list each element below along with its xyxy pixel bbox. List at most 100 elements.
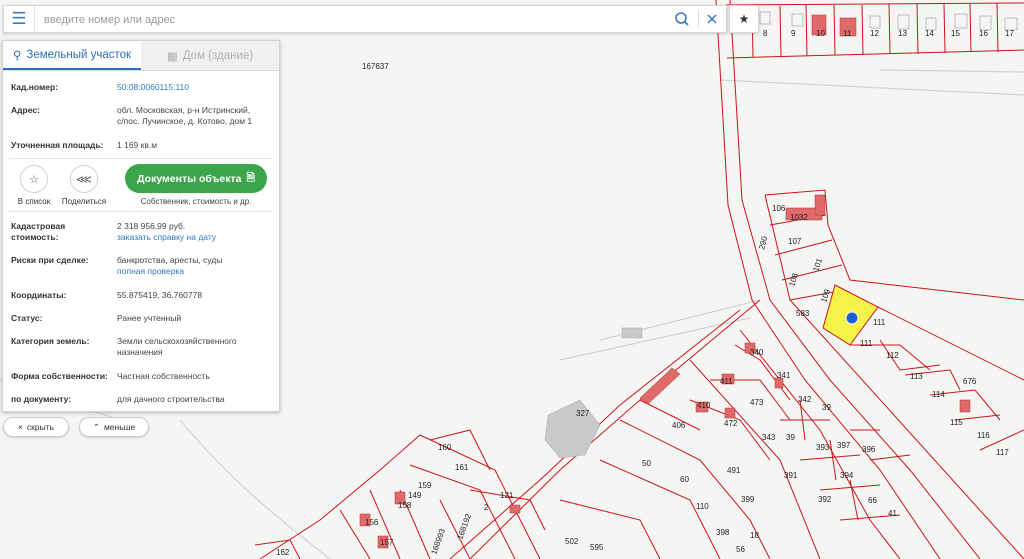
field-label: Категория земель: (11, 336, 90, 346)
field-label: Форма собственности: (11, 371, 108, 381)
cost-amount: 2 318 956.99 руб. (117, 221, 186, 231)
field-label: Статус: (11, 313, 43, 323)
map-label: 12 (870, 29, 879, 38)
order-certificate-link[interactable]: заказать справку на дату (117, 232, 216, 242)
map-label: 502 (565, 537, 579, 546)
star-icon[interactable]: ★ (729, 5, 759, 33)
share-icon: ⋘ (70, 165, 98, 193)
map-label: 595 (590, 543, 604, 552)
map-label: 394 (840, 471, 854, 480)
map-label: 472 (724, 419, 738, 428)
coordinates-value: 55.875419, 36.760778 (117, 290, 203, 300)
area-value: 1 169 кв.м (117, 140, 158, 150)
object-documents-button[interactable]: Документы объекта 🗎 (125, 164, 267, 193)
land-category-value: Земли сельскохозяйственного назначения (117, 336, 272, 358)
map-label: 491 (727, 466, 741, 475)
chevron-up-icon: ⌃ (92, 421, 100, 432)
cost-value: 2 318 956.99 руб. заказать справку на да… (117, 221, 272, 243)
map-label: 156 (365, 518, 379, 527)
action-label: В список (17, 197, 51, 206)
map-label: 14 (925, 29, 934, 38)
risks-value: банкротства, аресты, суды полная проверк… (117, 255, 272, 277)
search-bar: ☰ (3, 5, 727, 33)
map-label: 396 (862, 445, 876, 454)
divider (9, 211, 273, 212)
save-to-list-button[interactable]: ☆ В список (16, 165, 52, 206)
less-label: меньше (103, 422, 136, 432)
hide-panel-button[interactable]: × скрыть (3, 417, 69, 437)
map-label: 397 (837, 441, 851, 450)
map-label: 115 (950, 418, 963, 427)
map-label: 391 (784, 471, 798, 480)
close-icon[interactable] (704, 11, 720, 27)
building-icon: ▦ (166, 50, 178, 63)
selected-location-marker[interactable] (845, 311, 859, 325)
field-label: Кадастровая стоимость: (11, 221, 116, 243)
tab-building[interactable]: ▦ Дом (здание) (141, 41, 279, 70)
object-tabs: ⚲ Земельный участок ▦ Дом (здание) (3, 41, 279, 71)
search-icon[interactable] (674, 11, 690, 27)
full-check-link[interactable]: полная проверка (117, 266, 184, 276)
action-label: Поделиться (61, 197, 107, 206)
label-line: стоимость: (11, 232, 59, 242)
map-label: 583 (796, 309, 810, 318)
map-label: 149 (408, 491, 422, 500)
risks-text: банкротства, аресты, суды (117, 255, 223, 265)
label-line: Кадастровая (11, 221, 66, 231)
map-label: 18 (750, 531, 759, 540)
map-label: 343 (762, 433, 776, 442)
map-label: 676 (963, 377, 977, 386)
object-info-card: ⚲ Земельный участок ▦ Дом (здание) Кад.н… (2, 40, 280, 412)
share-button[interactable]: ⋘ Поделиться (58, 165, 110, 206)
map-label: 406 (672, 421, 686, 430)
map-label: 113 (910, 372, 923, 381)
menu-icon[interactable]: ☰ (4, 6, 35, 32)
address-line: с/пос. Лучинское, д. Котово, дом 1 (117, 116, 253, 126)
map-label: 39 (786, 433, 795, 442)
map-label: 392 (818, 495, 832, 504)
map-label: 327 (576, 409, 590, 418)
address-value: обл. Московская, р-н Истринский, с/пос. … (117, 105, 272, 127)
field-label: Уточненная площадь: (11, 140, 104, 150)
map-label: 111 (873, 318, 886, 327)
map-label: 66 (868, 496, 877, 505)
ownership-value: Частная собственность (117, 371, 210, 381)
map-label: 410 (697, 401, 711, 410)
map-label: 398 (716, 528, 730, 537)
map-label: 117 (996, 448, 1009, 457)
map-label: 106 (772, 204, 786, 213)
map-label: 161 (455, 463, 469, 472)
map-label: 159 (418, 481, 432, 490)
map-label: 60 (680, 475, 689, 484)
location-pin-icon: ⚲ (12, 49, 22, 62)
map-label: 50 (642, 459, 651, 468)
permitted-use-value: для дачного строительства (117, 394, 225, 404)
tab-label: Дом (здание) (182, 49, 254, 62)
field-label: по документу: (11, 394, 72, 404)
docs-button-label: Документы объекта (137, 172, 242, 185)
map-label: 15 (951, 29, 960, 38)
docs-button-sublabel: Собственник, стоимость и др. (140, 197, 252, 206)
map-label: 107 (788, 237, 802, 246)
collapse-panel-button[interactable]: ⌃ меньше (79, 417, 149, 437)
map-label: 114 (932, 390, 945, 399)
star-outline-icon: ☆ (20, 165, 48, 193)
map-label: 1032 (790, 213, 808, 222)
map-label: 167637 (362, 62, 389, 71)
close-icon: × (17, 422, 23, 432)
map-label: 157 (380, 538, 394, 547)
map-label: 411 (720, 377, 733, 386)
map-label: 473 (750, 398, 764, 407)
map-label: 158 (398, 501, 412, 510)
tab-land-plot[interactable]: ⚲ Земельный участок (3, 41, 141, 70)
field-label: Адрес: (11, 105, 40, 115)
map-label: 341 (777, 371, 791, 380)
hide-label: скрыть (26, 422, 55, 432)
cad-number-value[interactable]: 50:08:0060115:110 (117, 82, 272, 93)
map-label: 13 (898, 29, 907, 38)
search-input[interactable] (42, 9, 646, 31)
map-label: 11 (843, 29, 852, 38)
map-label: 10 (816, 29, 825, 38)
map-label: 393 (816, 443, 830, 452)
field-label: Кад.номер: (11, 82, 59, 92)
